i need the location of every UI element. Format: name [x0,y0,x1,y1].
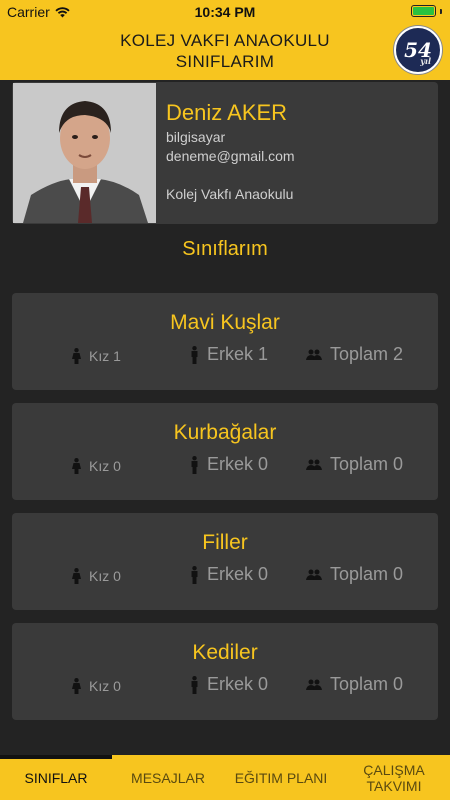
status-time: 10:34 PM [194,4,256,20]
boys-count: Erkek 1 [190,344,268,365]
girls-count: Kız 0 [72,568,121,584]
person-avatar-icon [13,83,156,223]
boy-icon [190,345,199,364]
girl-icon [72,458,81,474]
total-count: Toplam 0 [306,454,403,475]
girls-count-label: Kız 1 [89,348,121,364]
total-count-label: Toplam 0 [330,564,404,584]
class-card-kediler[interactable]: Kediler Kız 0 Erkek 0 Toplam 0 [12,623,438,720]
class-name: Kurbağalar [173,421,277,444]
total-count-label: Toplam 0 [330,454,404,474]
class-card-filler[interactable]: Filler Kız 0 Erkek 0 Toplam 0 [12,513,438,610]
profile-card[interactable]: Deniz AKER bilgisayar deneme@gmail.com K… [12,82,438,224]
tab-label: MESAJLAR [131,769,205,786]
total-count-label: Toplam 2 [330,344,404,364]
class-card-kurbagalar[interactable]: Kurbağalar Kız 0 Erkek 0 Toplam 0 [12,403,438,500]
class-name: Filler [202,531,248,554]
profile-photo [13,83,156,223]
tab-calisma-takvimi[interactable]: ÇALIŞMA TAKVIMI [338,755,450,800]
tab-label-line1: ÇALIŞMA [363,761,425,778]
status-bar: Carrier 10:34 PM [0,0,450,24]
boys-count-label: Erkek 0 [207,564,269,584]
total-count: Toplam 2 [306,344,403,365]
tab-label: SINIFLAR [24,769,88,786]
total-count: Toplam 0 [306,674,403,695]
logo-subtext: yıl [420,56,431,66]
page-title-line1: KOLEJ VAKFI ANAOKULU [120,31,330,50]
class-name: Mavi Kuşlar [170,311,280,334]
header-bar: Carrier 10:34 PM KOLEJ VAKFI ANAOKULU SI… [0,0,450,80]
profile-role: bilgisayar [166,129,226,145]
boys-count-label: Erkek 0 [207,454,269,474]
group-icon [306,349,322,361]
app-screen: Carrier 10:34 PM KOLEJ VAKFI ANAOKULU SI… [0,0,450,800]
girls-count: Kız 1 [72,348,121,364]
girls-count-label: Kız 0 [89,678,121,694]
active-tab-indicator [0,755,112,759]
profile-email: deneme@gmail.com [166,148,295,164]
battery-tip-icon [440,8,442,14]
girl-icon [72,678,81,694]
battery-indicator [411,5,442,17]
total-count-label: Toplam 0 [330,674,404,694]
tab-bar: SINIFLAR MESAJLAR EĞITIM PLANI ÇALIŞMA T… [0,755,450,800]
class-card-mavi-kuslar[interactable]: Mavi Kuşlar Kız 1 Erkek 1 Toplam 2 [12,293,438,390]
group-icon [306,569,322,581]
tab-label-line2: TAKVIMI [366,777,422,794]
boys-count-label: Erkek 0 [207,674,269,694]
profile-school: Kolej Vakfı Anaokulu [166,186,294,202]
tab-label: EĞITIM PLANI [234,769,328,786]
tab-mesajlar[interactable]: MESAJLAR [112,755,224,800]
total-count: Toplam 0 [306,564,403,585]
boy-icon [190,565,199,584]
girls-count-label: Kız 0 [89,458,121,474]
boys-count: Erkek 0 [190,564,268,585]
girl-icon [72,348,81,364]
school-logo: 54 yıl [394,26,442,74]
page-title: KOLEJ VAKFI ANAOKULU SINIFLARIM [0,30,450,72]
girls-count: Kız 0 [72,678,121,694]
section-title: Sınıflarım [182,238,268,260]
girls-count-label: Kız 0 [89,568,121,584]
boys-count-label: Erkek 1 [207,344,269,364]
boy-icon [190,675,199,694]
boy-icon [190,455,199,474]
tab-egitim-plani[interactable]: EĞITIM PLANI [224,755,338,800]
group-icon [306,679,322,691]
group-icon [306,459,322,471]
girl-icon [72,568,81,584]
page-title-line2: SINIFLARIM [175,52,275,71]
girls-count: Kız 0 [72,458,121,474]
tab-siniflar[interactable]: SINIFLAR [0,755,112,800]
profile-name: Deniz AKER [166,100,288,125]
boys-count: Erkek 0 [190,454,268,475]
boys-count: Erkek 0 [190,674,268,695]
battery-icon [411,5,436,17]
class-name: Kediler [192,641,258,664]
